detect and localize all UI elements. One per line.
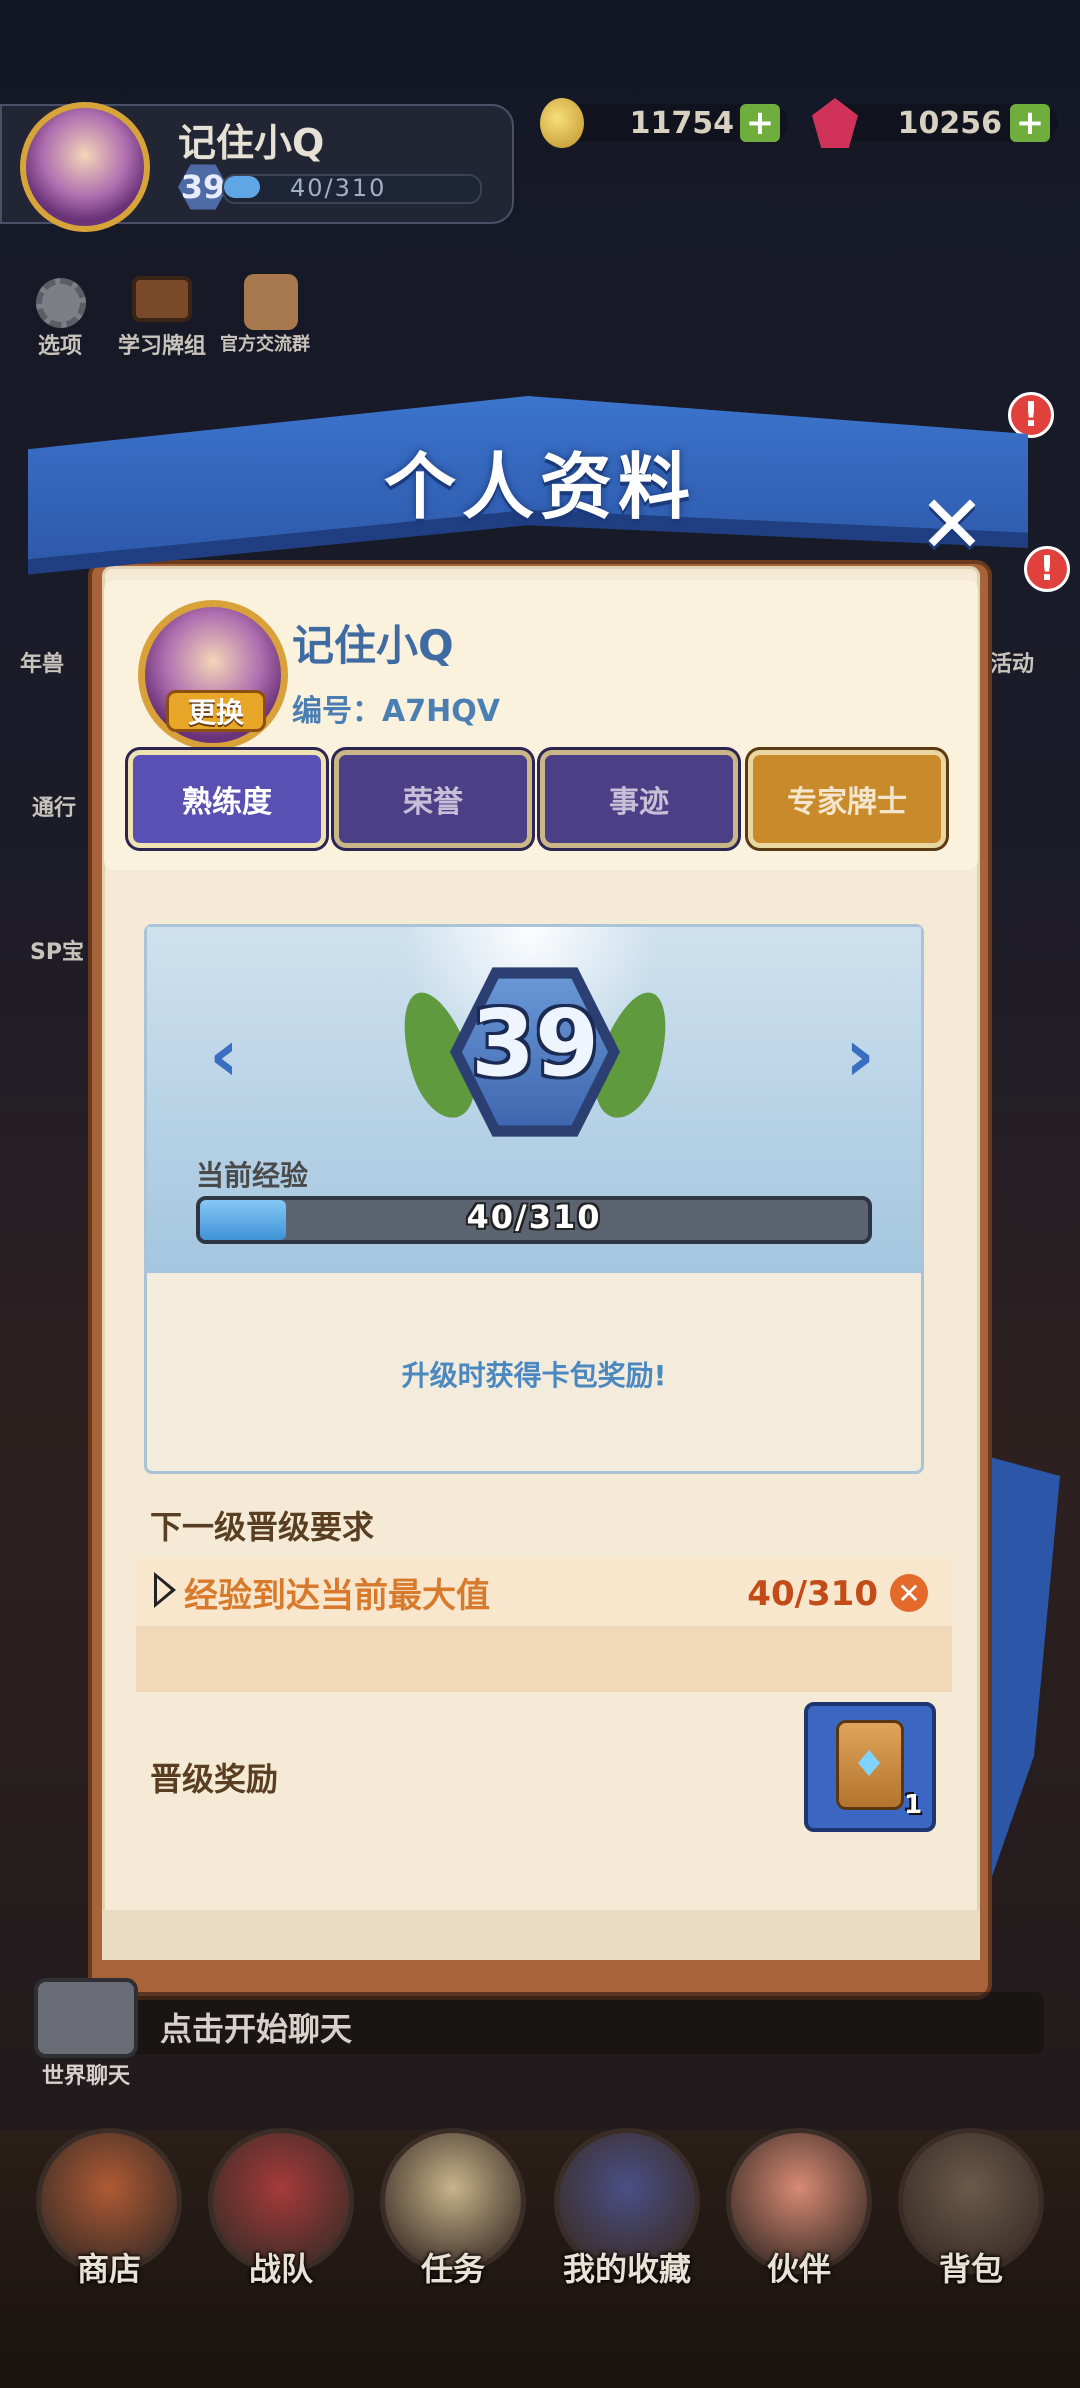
tab-expert[interactable]: 专家牌士 [748, 750, 946, 848]
pass-label[interactable]: 通行 [32, 790, 76, 822]
tab-deeds[interactable]: 事迹 [540, 750, 738, 848]
close-button[interactable]: ✕ [904, 478, 1000, 571]
profile-id: 编号：A7HQV [292, 686, 500, 730]
gem-count: 10256 [897, 106, 1002, 141]
xp-bar-text: 40/310 [466, 1198, 602, 1236]
coin-count: 11754 [629, 106, 734, 141]
chat-bubble-icon[interactable] [34, 1978, 138, 2058]
nav-collection[interactable]: 我的收藏 [542, 2244, 712, 2290]
top-xp-text: 40/310 [290, 174, 387, 202]
nav-backpack[interactable]: 背包 [886, 2244, 1056, 2290]
change-avatar-button[interactable]: 更换 [166, 690, 266, 732]
next-level-arrow[interactable]: › [840, 1013, 880, 1097]
study-deck-label[interactable]: 学习牌组 [118, 328, 206, 360]
requirement-text: 经验到达当前最大值 [184, 1576, 490, 1616]
nav-shop[interactable]: 商店 [24, 2244, 194, 2290]
profile-id-value: A7HQV [382, 694, 500, 729]
options-label[interactable]: 选项 [38, 328, 82, 360]
gear-icon[interactable] [36, 278, 86, 328]
event-label[interactable]: 活动 [990, 646, 1034, 678]
add-coins-button[interactable]: + [740, 103, 780, 143]
sp-label[interactable]: SP宝 [30, 934, 84, 966]
requirement-value: 40/310 [747, 1574, 878, 1614]
reward-count: 1 [904, 1790, 923, 1820]
top-player-name: 记住小Q [178, 121, 325, 165]
play-arrow-icon-inner [157, 1578, 171, 1602]
tab-proficiency[interactable]: 熟练度 [128, 750, 326, 848]
tv-icon[interactable] [132, 276, 192, 322]
chat-placeholder[interactable]: 点击开始聊天 [160, 2004, 352, 2050]
requirement-row-empty [136, 1626, 952, 1692]
promotion-reward-title: 晋级奖励 [150, 1760, 279, 1798]
nav-team[interactable]: 战队 [196, 2244, 366, 2290]
top-xp-fill [224, 176, 260, 198]
modal-bottom-shade [102, 1910, 980, 1960]
world-chat-label: 世界聊天 [42, 2064, 131, 2089]
nian-label[interactable]: 年兽 [20, 646, 64, 678]
prev-level-arrow[interactable]: ‹ [204, 1013, 244, 1097]
next-level-requirements-title: 下一级晋级要求 [150, 1508, 375, 1546]
group-icon[interactable] [244, 274, 298, 330]
coin-icon [540, 98, 584, 148]
nav-quest[interactable]: 任务 [368, 2244, 538, 2290]
alert-icon: ! [1024, 546, 1070, 592]
official-group-label[interactable]: 官方交流群 [220, 330, 310, 356]
top-avatar[interactable] [20, 102, 150, 232]
reward-hint: 升级时获得卡包奖励! [401, 1359, 667, 1392]
profile-id-label: 编号： [292, 694, 382, 729]
nav-partner[interactable]: 伙伴 [714, 2244, 884, 2290]
level-number: 39 [470, 990, 600, 1097]
incomplete-icon: ✕ [890, 1574, 928, 1612]
current-xp-label: 当前经验 [196, 1159, 309, 1192]
profile-name: 记住小Q [292, 621, 454, 670]
tab-honor[interactable]: 荣誉 [334, 750, 532, 848]
add-gems-button[interactable]: + [1010, 103, 1050, 143]
